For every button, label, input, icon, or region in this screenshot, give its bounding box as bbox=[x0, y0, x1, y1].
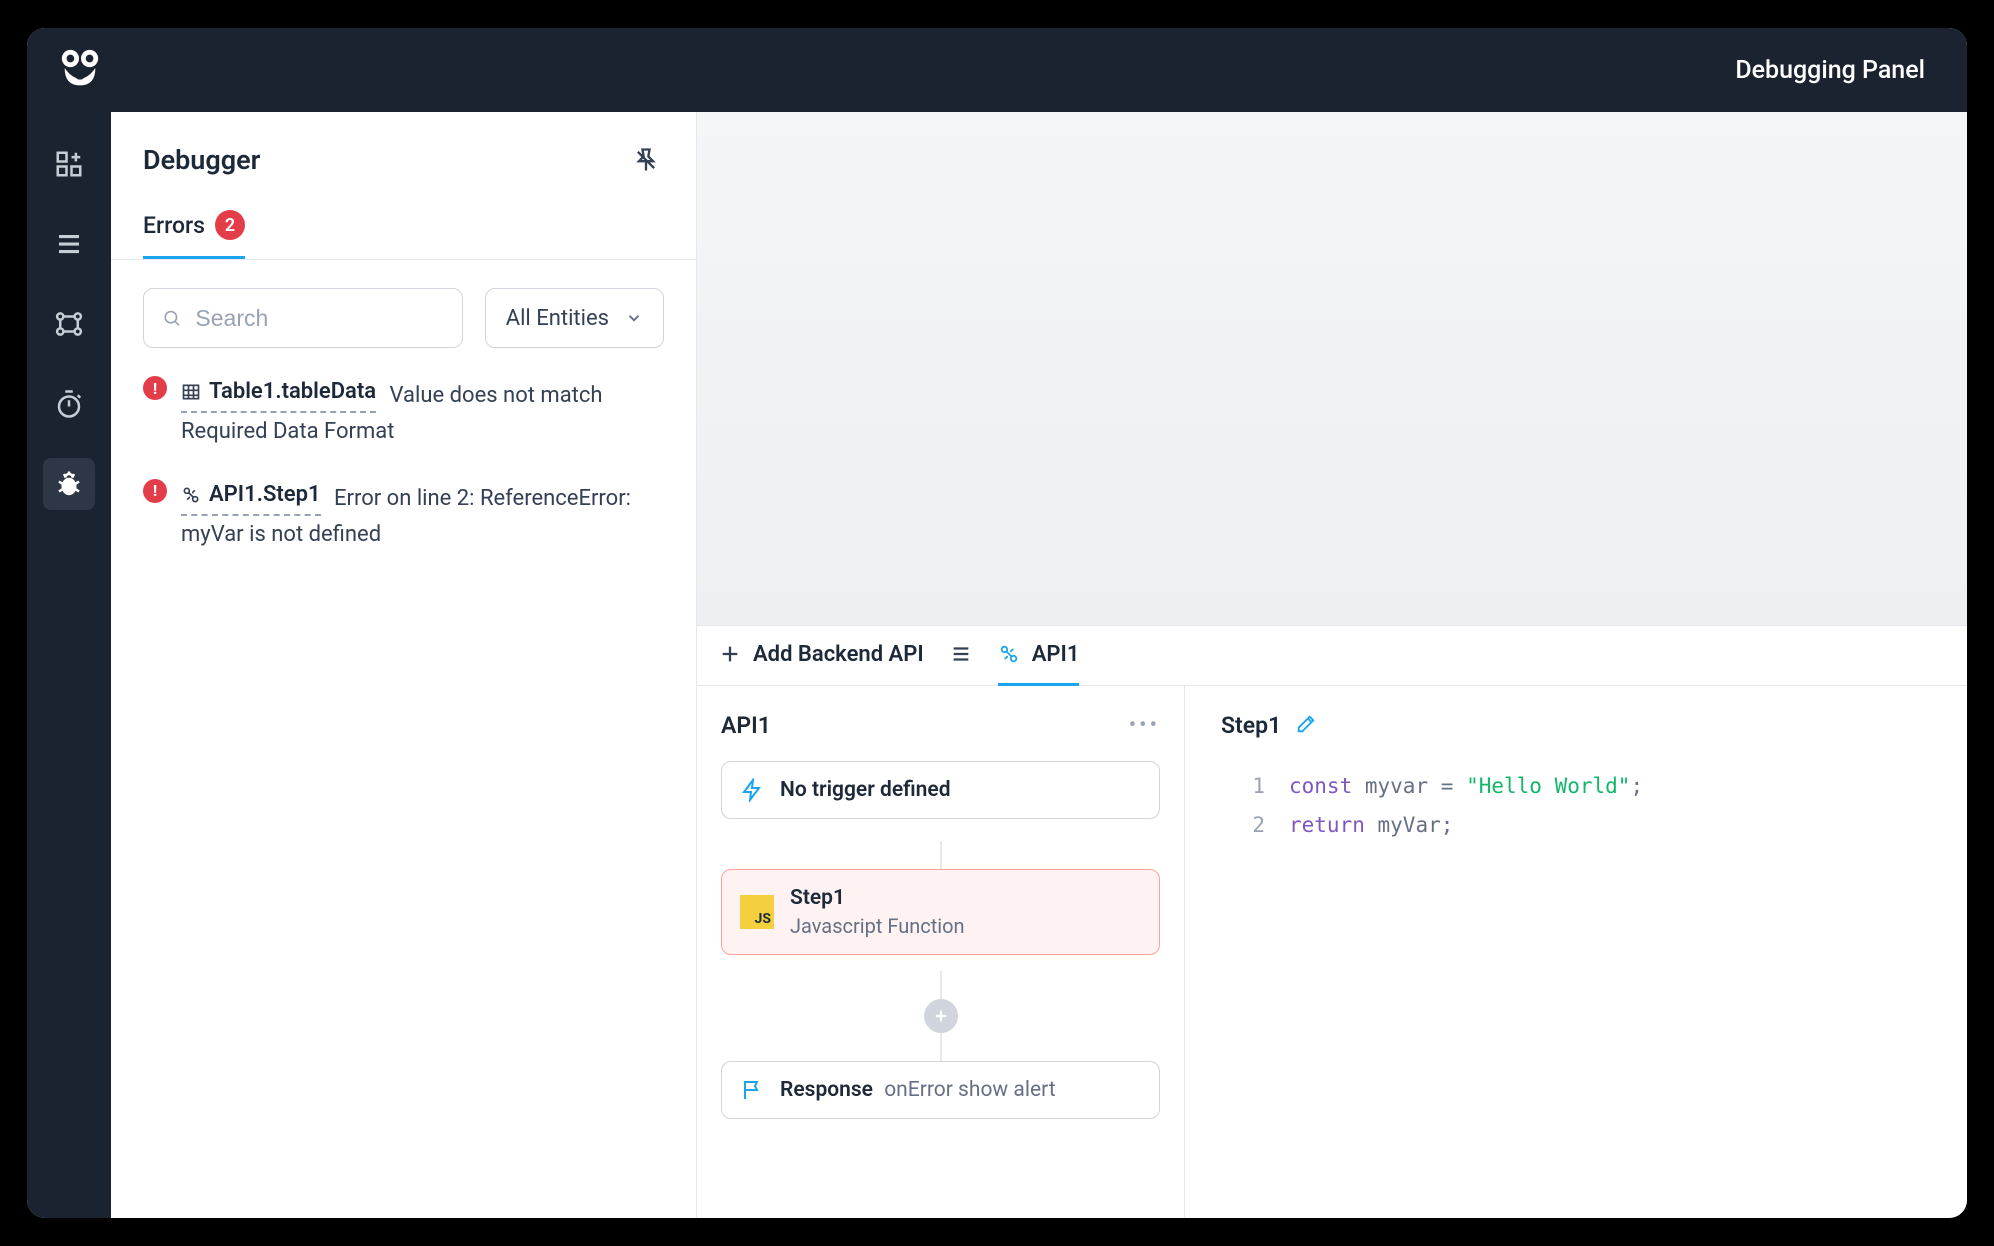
page-title: Debugging Panel bbox=[1735, 56, 1925, 85]
rail-add-widget[interactable] bbox=[43, 138, 95, 190]
code-editor[interactable]: 1 const myvar = "Hello World"; 2 return … bbox=[1221, 767, 1931, 845]
response-sub: onError show alert bbox=[884, 1078, 1055, 1102]
rail-stopwatch[interactable] bbox=[43, 378, 95, 430]
rail-debugger[interactable] bbox=[43, 458, 95, 510]
response-node[interactable]: Response onError show alert bbox=[721, 1061, 1160, 1119]
entity-filter-dropdown[interactable]: All Entities bbox=[485, 288, 664, 348]
entity-filter-label: All Entities bbox=[506, 306, 609, 331]
line-number: 2 bbox=[1221, 806, 1265, 845]
trigger-node[interactable]: No trigger defined bbox=[721, 761, 1160, 819]
bottom-tabs: Add Backend API API1 bbox=[697, 626, 1967, 686]
bolt-icon bbox=[740, 778, 764, 802]
search-input[interactable] bbox=[195, 305, 443, 332]
error-severity-icon: ! bbox=[143, 479, 167, 503]
chevron-down-icon bbox=[625, 309, 643, 327]
step-subtitle: Javascript Function bbox=[790, 914, 965, 938]
tab-errors[interactable]: Errors 2 bbox=[143, 200, 245, 259]
error-entity: API1.Step1 bbox=[209, 477, 321, 513]
debugger-panel: Debugger Errors 2 bbox=[111, 112, 697, 1218]
trigger-label: No trigger defined bbox=[780, 778, 951, 802]
api-steps-panel: API1 ••• No trigger defined bbox=[697, 686, 1185, 1218]
plus-small-icon bbox=[932, 1007, 950, 1025]
pin-button[interactable] bbox=[628, 142, 664, 178]
error-severity-icon: ! bbox=[143, 376, 167, 400]
line-number: 1 bbox=[1221, 767, 1265, 806]
add-step-button[interactable] bbox=[924, 999, 958, 1033]
plus-icon bbox=[719, 643, 741, 665]
connector-line bbox=[940, 971, 942, 999]
connector-line bbox=[940, 1033, 942, 1061]
edit-step-name-button[interactable] bbox=[1295, 713, 1317, 739]
js-badge-icon: JS bbox=[740, 895, 774, 929]
tab-add-backend-api-label: Add Backend API bbox=[753, 642, 924, 667]
rail-menu[interactable] bbox=[43, 218, 95, 270]
error-entity: Table1.tableData bbox=[209, 374, 376, 410]
table-icon bbox=[181, 382, 201, 402]
search-input-wrap[interactable] bbox=[143, 288, 463, 348]
step-title: Step1 bbox=[790, 886, 845, 910]
debugger-tabs: Errors 2 bbox=[111, 200, 696, 260]
search-icon bbox=[162, 307, 181, 329]
tab-add-backend-api[interactable]: Add Backend API bbox=[719, 626, 924, 686]
errors-list: ! Table1.tableData Value does not match … bbox=[111, 370, 696, 557]
tab-api-list[interactable] bbox=[950, 626, 972, 686]
code-editor-panel: Step1 1 const myvar = "Hello World"; bbox=[1185, 686, 1967, 1218]
error-item[interactable]: ! API1.Step1 Error on line 2: ReferenceE… bbox=[143, 477, 664, 554]
rail-queries[interactable] bbox=[43, 298, 95, 350]
tab-errors-label: Errors bbox=[143, 212, 205, 239]
api-icon bbox=[181, 485, 201, 505]
step1-node[interactable]: JS Step1 Javascript Function bbox=[721, 869, 1160, 955]
list-icon bbox=[950, 643, 972, 665]
side-rail bbox=[27, 112, 111, 1218]
debugger-title: Debugger bbox=[143, 144, 260, 176]
response-label: Response bbox=[780, 1078, 873, 1102]
error-item[interactable]: ! Table1.tableData Value does not match … bbox=[143, 374, 664, 451]
editor-step-title: Step1 bbox=[1221, 712, 1281, 739]
connector-line bbox=[940, 841, 942, 869]
api-panel-title: API1 bbox=[721, 712, 771, 739]
canvas-area[interactable] bbox=[697, 112, 1967, 626]
api-tab-icon bbox=[998, 643, 1020, 665]
tab-api1-label: API1 bbox=[1032, 642, 1080, 667]
api-more-menu[interactable]: ••• bbox=[1129, 713, 1160, 738]
titlebar: Debugging Panel bbox=[27, 28, 1967, 112]
flag-icon bbox=[740, 1078, 764, 1102]
app-logo-icon bbox=[57, 47, 103, 93]
tab-api1[interactable]: API1 bbox=[998, 626, 1080, 686]
error-count-badge: 2 bbox=[215, 210, 245, 240]
